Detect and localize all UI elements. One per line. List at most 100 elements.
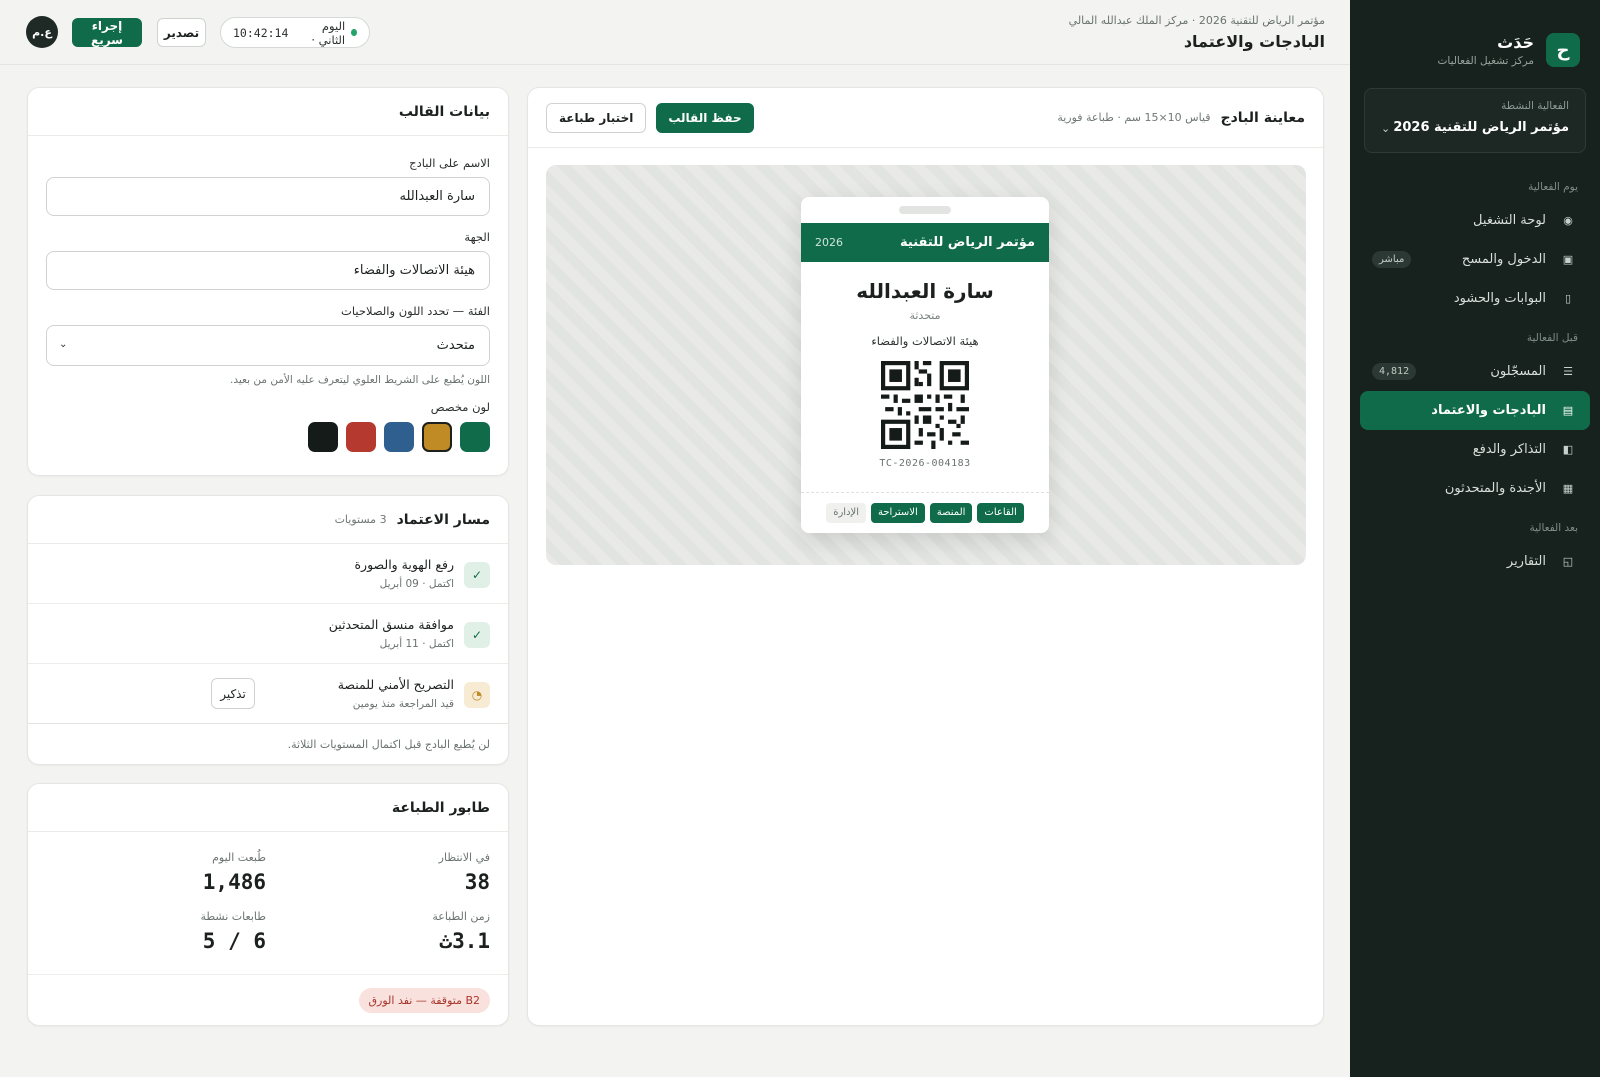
badge-id: TC-2026-004183 (879, 458, 971, 469)
sidebar-item-label: التقارير (1506, 554, 1546, 569)
live-badge: مباشر (1372, 251, 1412, 268)
sidebar-item-label: البادجات والاعتماد (1431, 403, 1546, 418)
org-field-label: الجهة (464, 230, 490, 244)
color-swatch-red[interactable] (346, 422, 376, 452)
topbar: مؤتمر الرياض للتقنية 2026 · مركز الملك ع… (0, 0, 1350, 65)
category-select[interactable]: متحدث ⌄ (46, 325, 490, 366)
sidebar-item-gates[interactable]: ▯ البوابات والحشود (1360, 279, 1590, 318)
sidebar-item-registrants[interactable]: ☰ المسجّلون 4,812 (1360, 352, 1590, 391)
brand-subtitle: مركز تشغيل الفعاليات (1437, 55, 1534, 67)
breadcrumb: مؤتمر الرياض للتقنية 2026 · مركز الملك ع… (1068, 14, 1325, 27)
card-title: طابور الطباعة (391, 799, 490, 816)
event-select-label: الفعالية النشطة (1501, 100, 1569, 112)
report-icon: ◱ (1562, 555, 1574, 568)
sidebar-item-agenda[interactable]: ▦ الأجندة والمتحدثون (1360, 469, 1590, 508)
org-field[interactable]: هيئة الاتصالات والفضاء (46, 251, 490, 290)
remind-button[interactable]: تذكير (211, 678, 255, 709)
stat-printed: طُبعت اليوم 1,486 (203, 851, 266, 894)
accreditation-note: لن يُطبع البادج قبل اكتمال المستويات الث… (287, 738, 490, 751)
color-label: لون مخصص (430, 400, 490, 414)
pending-clock-icon: ◔ (464, 682, 490, 708)
event-select-value: مؤتمر الرياض للتقنية 2026 (1393, 120, 1569, 135)
gate-icon: ▯ (1564, 292, 1572, 305)
badge-event-name: مؤتمر الرياض للتقنية (900, 235, 1035, 250)
stat-print-time: زمن الطباعة 3.1ث (432, 910, 490, 953)
badge-card: مؤتمر الرياض للتقنية 2026 سارة العبدالله… (801, 197, 1049, 533)
stat-printers: طابعات نشطة 5 / 6 (201, 910, 266, 953)
card-title: معاينة البادج (1220, 109, 1305, 126)
preview-stage: مؤتمر الرياض للتقنية 2026 سارة العبدالله… (546, 165, 1306, 565)
step-title: رفع الهوية والصورة (354, 557, 455, 572)
sidebar-item-label: الدخول والمسح (1461, 252, 1546, 267)
avatar[interactable]: ع.م (26, 16, 58, 48)
badge-role: متحدثة (909, 309, 941, 322)
accreditation-path-card: مسار الاعتماد 3 مستويات ✓ رفع الهوية وال… (27, 495, 509, 765)
color-swatch-black[interactable] (308, 422, 338, 452)
list-icon: ☰ (1563, 365, 1573, 378)
sidebar-item-label: لوحة التشغيل (1473, 213, 1546, 228)
card-header: بيانات القالب (28, 88, 508, 136)
color-swatch-green[interactable] (460, 422, 490, 452)
printer-warning-badge: B2 متوقفة — نفد الورق (358, 988, 490, 1013)
zone-tag: المنصة (929, 503, 973, 523)
clock-time: 10:42:14 (233, 25, 289, 40)
category-field-label: الفئة — تحدد اللون والصلاحيات (341, 304, 490, 318)
name-field-label: الاسم على البادج (409, 156, 490, 170)
sidebar-item-tickets[interactable]: ◧ التذاكر والدفع (1360, 430, 1590, 469)
zone-tag: القاعات (977, 503, 1024, 523)
badge-icon: ▤ (1562, 404, 1574, 417)
nav-section-title: يوم الفعالية (1528, 181, 1578, 193)
color-swatches (46, 422, 490, 452)
card-header: مسار الاعتماد 3 مستويات (28, 496, 508, 544)
sidebar-item-label: التذاكر والدفع (1472, 442, 1546, 457)
badge-year: 2026 (815, 236, 843, 249)
quick-action-button[interactable]: إجراء سريع (72, 18, 142, 47)
badge-band: مؤتمر الرياض للتقنية 2026 (801, 223, 1049, 262)
step-status: اكتمل · 11 أبريل (379, 638, 454, 650)
nav-section-title: قبل الفعالية (1526, 332, 1578, 344)
step-title: التصريح الأمني للمنصة (337, 677, 454, 692)
card-header: طابور الطباعة (28, 784, 508, 832)
check-icon: ✓ (464, 562, 490, 588)
save-template-button[interactable]: حفظ القالب (656, 103, 754, 133)
qr-code-icon (881, 361, 969, 449)
sidebar-item-badges[interactable]: ▤ البادجات والاعتماد (1360, 391, 1590, 430)
template-data-card: بيانات القالب الاسم على البادج سارة العب… (27, 87, 509, 476)
color-swatch-gold[interactable] (422, 422, 452, 452)
org-field-value: هيئة الاتصالات والفضاء (353, 263, 475, 278)
zone-tag: الإدارة (826, 503, 867, 523)
export-button[interactable]: تصدير (157, 18, 206, 47)
stat-waiting: في الانتظار 38 (439, 851, 490, 894)
preview-actions: حفظ القالب اختبار طباعة (546, 103, 754, 133)
test-print-button[interactable]: اختبار طباعة (546, 103, 647, 133)
card-subtitle: قياس 10×15 سم · طباعة فورية (1057, 111, 1211, 124)
step-status: اكتمل · 09 أبريل (379, 578, 454, 590)
agenda-icon: ▦ (1562, 482, 1574, 495)
badge-org: هيئة الاتصالات والفضاء (871, 334, 979, 348)
sidebar-item-label: المسجّلون (1490, 364, 1546, 379)
sidebar-item-reports[interactable]: ◱ التقارير (1360, 542, 1590, 581)
color-swatch-blue[interactable] (384, 422, 414, 452)
accreditation-step: ◔ التصريح الأمني للمنصة قيد المراجعة منذ… (28, 664, 508, 724)
badge-name: سارة العبدالله (856, 279, 994, 303)
sidebar-item-scan[interactable]: ▣ الدخول والمسح مباشر (1360, 240, 1590, 279)
sidebar-item-dashboard[interactable]: ◉ لوحة التشغيل (1360, 201, 1590, 240)
name-field[interactable]: سارة العبدالله (46, 177, 490, 216)
category-select-value: متحدث (436, 338, 475, 353)
count-badge: 4,812 (1372, 363, 1417, 380)
step-title: موافقة منسق المتحدثين (328, 617, 454, 632)
lanyard-slot (899, 206, 951, 214)
scan-icon: ▣ (1562, 253, 1574, 266)
category-hint: اللون يُطبع على الشريط العلوي ليتعرف علي… (230, 374, 490, 386)
page-title: البادجات والاعتماد (1183, 32, 1325, 51)
event-select[interactable]: الفعالية النشطة مؤتمر الرياض للتقنية 202… (1364, 88, 1586, 153)
stat-label: طابعات نشطة (200, 910, 266, 923)
live-clock: اليوم الثاني · 10:42:14 (220, 17, 370, 48)
stat-value: 1,486 (202, 870, 266, 894)
chevron-down-icon: ⌄ (1381, 122, 1391, 135)
card-title: مسار الاعتماد (396, 511, 490, 528)
badge-preview-card: معاينة البادج قياس 10×15 سم · طباعة فوري… (527, 87, 1324, 1026)
sidebar-item-label: الأجندة والمتحدثون (1444, 481, 1546, 496)
stat-value: 38 (464, 870, 490, 894)
brand-name: حَدَث (1497, 33, 1534, 52)
